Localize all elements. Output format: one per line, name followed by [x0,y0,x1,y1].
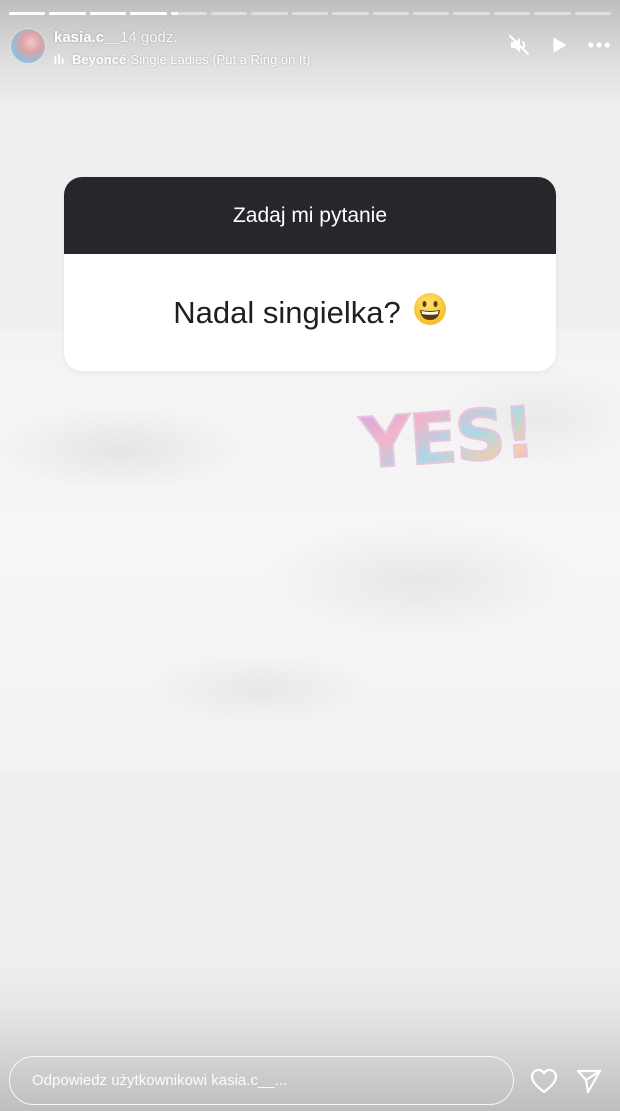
avatar[interactable] [10,28,46,64]
progress-segment [211,12,248,15]
progress-segment-fill [9,12,46,15]
progress-segment [251,12,288,15]
muted-speaker-icon[interactable] [508,34,530,56]
play-icon[interactable] [548,34,570,56]
progress-segment [574,12,612,15]
progress-segment [170,12,208,15]
username[interactable]: kasia.c__ [54,29,121,46]
progress-segment [493,12,531,15]
question-sticker-header: Zadaj mi pytanie [64,177,556,254]
question-sticker-body: Nadal singielka? [64,254,556,371]
progress-segment [49,12,86,15]
progress-segment [130,12,167,15]
progress-segment-fill [170,12,178,15]
progress-segment [453,12,490,15]
yes-sticker[interactable]: YES! [355,390,540,486]
more-options-icon[interactable] [588,34,610,56]
story-header: kasia.c__ 14 godz. Beyoncé · Single Ladi… [10,28,610,68]
story-view[interactable]: kasia.c__ 14 godz. Beyoncé · Single Ladi… [0,0,620,1111]
question-sticker[interactable]: Zadaj mi pytanie Nadal singielka? [64,177,556,371]
progress-segment [372,12,410,15]
progress-segment [9,12,46,15]
heart-icon[interactable] [529,1066,559,1096]
send-icon[interactable] [574,1066,604,1096]
progress-segment-fill [89,12,127,15]
reply-input[interactable]: Odpowiedz użytkownikowi kasia.c__... [9,1056,514,1105]
progress-segment-fill [130,12,167,15]
progress-segment [413,12,450,15]
music-song: Single Ladies (Put a Ring on It) [130,51,311,67]
progress-segment [291,12,329,15]
music-artist: Beyoncé [72,51,127,67]
progress-segment [534,12,571,15]
yes-sticker-text: YES! [357,392,536,484]
post-time: 14 godz. [120,29,178,46]
story-controls [508,34,610,56]
progress-segment-fill [49,12,86,15]
music-bars-icon [54,53,66,65]
story-progress-bar [9,12,612,15]
progress-segment [89,12,127,15]
grinning-face-emoji [413,292,447,334]
music-info[interactable]: Beyoncé · Single Ladies (Put a Ring on I… [54,51,310,67]
progress-segment [332,12,369,15]
reply-placeholder: Odpowiedz użytkownikowi kasia.c__... [32,1072,288,1089]
question-text: Nadal singielka? [173,294,401,330]
